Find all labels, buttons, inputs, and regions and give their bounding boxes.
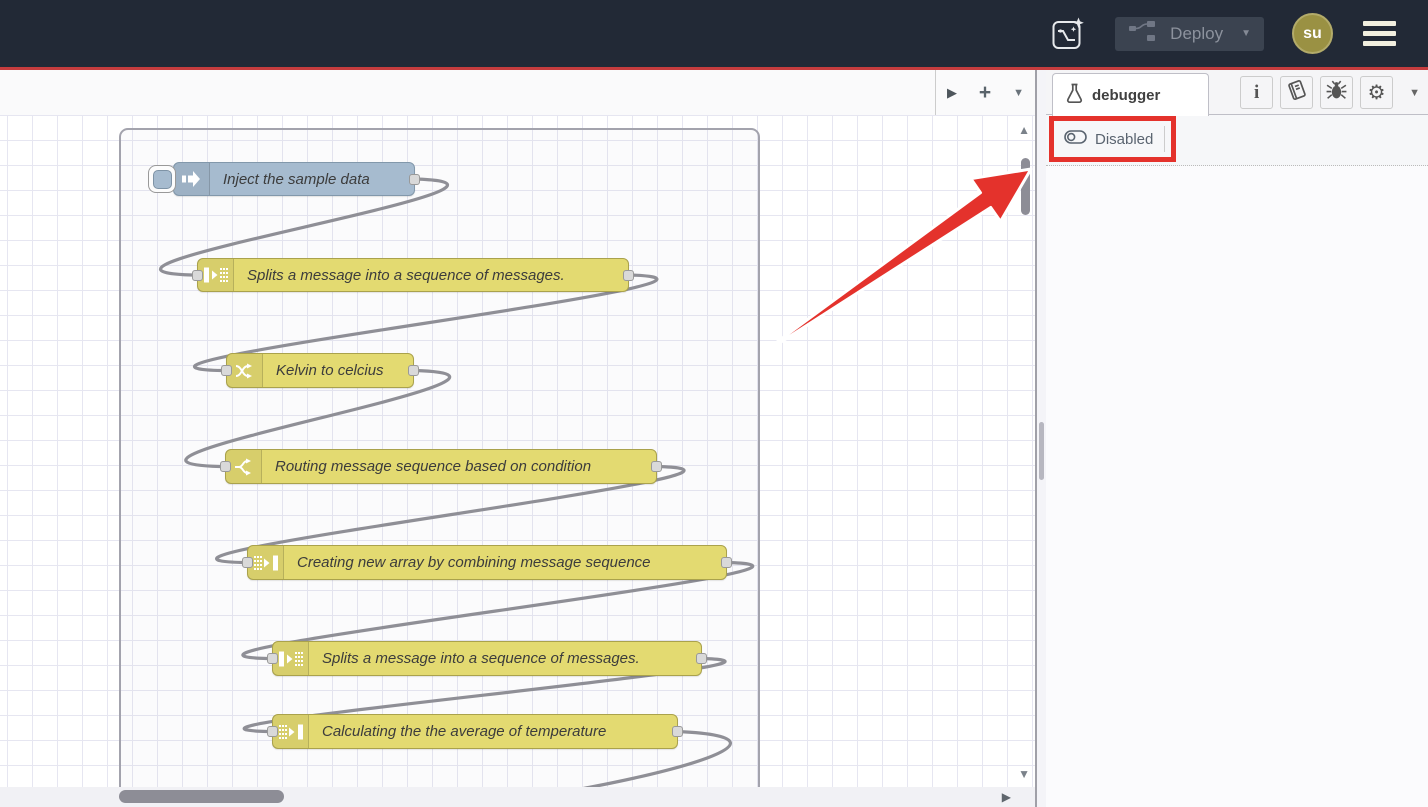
- flask-icon: [1066, 83, 1083, 108]
- library-button[interactable]: [1280, 76, 1313, 109]
- debugger-panel-content: [1046, 166, 1428, 807]
- sidebar-tab-debugger[interactable]: debugger: [1052, 73, 1209, 116]
- node-switch-1[interactable]: Routing message sequence based on condit…: [225, 449, 657, 484]
- sidebar-collapse-icon[interactable]: ▼: [1409, 87, 1420, 99]
- node-port-out[interactable]: [672, 726, 683, 737]
- flow-list-icon[interactable]: ▼: [1013, 87, 1024, 99]
- menu-bar: [1363, 41, 1396, 46]
- split-icon: [198, 259, 234, 291]
- info-icon: i: [1254, 82, 1259, 104]
- node-port-out[interactable]: [409, 174, 420, 185]
- node-port-out[interactable]: [408, 365, 419, 376]
- main-menu-button[interactable]: [1361, 19, 1398, 48]
- node-red-app: Deploy ▼ su ▶ + ▼ Inject the sample da: [0, 0, 1428, 807]
- flow-assistant-glyph: [1049, 15, 1087, 53]
- sidebar-tab-label: debugger: [1092, 87, 1160, 104]
- node-split-1[interactable]: Splits a message into a sequence of mess…: [197, 258, 629, 292]
- add-flow-icon[interactable]: +: [979, 82, 991, 103]
- book-icon: [1285, 78, 1309, 107]
- node-port-in[interactable]: [220, 461, 231, 472]
- toggle-off-icon: [1064, 130, 1087, 148]
- node-port-out[interactable]: [623, 270, 634, 281]
- flow-assistant-icon[interactable]: [1049, 15, 1087, 53]
- tab-scroll-right-icon[interactable]: ▶: [947, 85, 957, 101]
- node-port-in[interactable]: [192, 270, 203, 281]
- node-port-in[interactable]: [267, 726, 278, 737]
- gear-icon: ⚙: [1368, 82, 1386, 104]
- node-label: Creating new array by combining message …: [284, 546, 726, 579]
- user-avatar[interactable]: su: [1292, 13, 1333, 54]
- canvas-scroll-up-icon[interactable]: ▲: [1018, 123, 1030, 137]
- node-join-2[interactable]: Calculating the the average of temperatu…: [272, 714, 678, 749]
- splitter-scroll-thumb[interactable]: [1039, 422, 1044, 480]
- node-change-1[interactable]: Kelvin to celcius: [226, 353, 414, 388]
- workspace: ▶ + ▼ Inject the sample data Splits a mes…: [0, 70, 1035, 807]
- canvas-hscroll-thumb[interactable]: [119, 790, 284, 803]
- node-port-in[interactable]: [267, 653, 278, 664]
- debugger-disabled-toggle[interactable]: Disabled: [1054, 130, 1153, 148]
- deploy-label: Deploy: [1170, 24, 1223, 44]
- canvas-scroll-right-icon[interactable]: ▶: [1002, 790, 1011, 804]
- node-port-out[interactable]: [696, 653, 707, 664]
- inject-arrow-icon: [174, 163, 210, 195]
- sidebar-header: debugger i ⚙ ▼: [1046, 70, 1428, 115]
- debugger-toolbar: Disabled: [1046, 115, 1428, 166]
- deploy-dropdown-caret-icon[interactable]: ▼: [1241, 28, 1251, 39]
- sidebar: debugger i ⚙ ▼ Disabled: [1046, 70, 1428, 807]
- toolbar-separator: [1164, 126, 1165, 152]
- node-port-in[interactable]: [242, 557, 253, 568]
- flow-canvas[interactable]: Inject the sample data Splits a message i…: [0, 115, 1035, 787]
- canvas-scroll-down-icon[interactable]: ▼: [1018, 767, 1030, 781]
- inject-run-button[interactable]: [148, 165, 176, 193]
- node-label: Splits a message into a sequence of mess…: [234, 259, 628, 291]
- node-inject[interactable]: Inject the sample data: [173, 162, 415, 196]
- bug-icon: [1325, 79, 1348, 107]
- header: Deploy ▼ su: [0, 0, 1428, 67]
- info-button[interactable]: i: [1240, 76, 1273, 109]
- node-label: Calculating the the average of temperatu…: [309, 715, 677, 748]
- node-port-in[interactable]: [221, 365, 232, 376]
- disabled-label: Disabled: [1095, 131, 1153, 148]
- node-label: Routing message sequence based on condit…: [262, 450, 656, 483]
- settings-button[interactable]: ⚙: [1360, 76, 1393, 109]
- canvas-hscrollbar: ▶: [0, 787, 1035, 807]
- debug-button[interactable]: [1320, 76, 1353, 109]
- node-label: Kelvin to celcius: [263, 354, 413, 387]
- tab-bar-controls: ▶ + ▼: [935, 70, 1035, 115]
- annotation-highlight-box: Disabled: [1049, 116, 1176, 162]
- split-icon: [273, 642, 309, 675]
- switch-icon: [226, 450, 262, 483]
- node-port-out[interactable]: [651, 461, 662, 472]
- deploy-nodes-icon: [1128, 18, 1158, 49]
- change-icon: [227, 354, 263, 387]
- node-join-1[interactable]: Creating new array by combining message …: [247, 545, 727, 580]
- menu-bar: [1363, 21, 1396, 26]
- node-split-2[interactable]: Splits a message into a sequence of mess…: [272, 641, 702, 676]
- node-label: Inject the sample data: [210, 163, 414, 195]
- sidebar-splitter[interactable]: [1035, 70, 1046, 807]
- sidebar-buttons: i ⚙ ▼: [1240, 76, 1420, 109]
- flow-tab-bar: ▶ + ▼: [0, 70, 1035, 115]
- canvas-vscroll-thumb[interactable]: [1021, 158, 1030, 215]
- deploy-button[interactable]: Deploy ▼: [1115, 17, 1264, 51]
- node-label: Splits a message into a sequence of mess…: [309, 642, 701, 675]
- node-port-out[interactable]: [721, 557, 732, 568]
- join-icon: [248, 546, 284, 579]
- join-icon: [273, 715, 309, 748]
- menu-bar: [1363, 31, 1396, 36]
